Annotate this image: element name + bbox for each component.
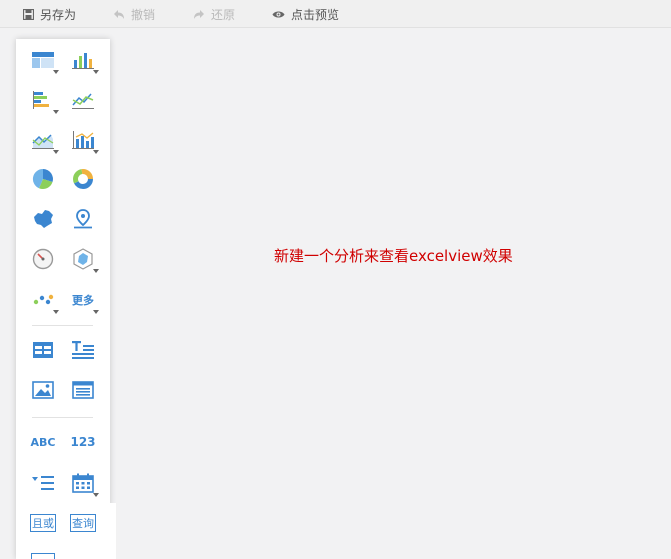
query-button-item[interactable]: 查询 xyxy=(69,510,97,536)
undo-icon xyxy=(114,9,124,19)
chevron-down-icon xyxy=(53,70,59,74)
save-as-label: 另存为 xyxy=(40,7,77,22)
redo-label: 还原 xyxy=(211,7,236,22)
radar-chart-item[interactable] xyxy=(69,246,99,273)
eye-icon xyxy=(272,11,285,17)
redo-button[interactable]: 还原 xyxy=(193,6,235,22)
line-chart-icon xyxy=(72,93,94,109)
chevron-down-icon xyxy=(53,110,59,114)
column-chart-icon xyxy=(72,53,94,69)
image-icon xyxy=(32,381,54,399)
image-item[interactable] xyxy=(29,377,57,403)
scatter-icon xyxy=(33,294,54,305)
chevron-down-icon xyxy=(53,310,59,314)
china-map-item[interactable] xyxy=(29,206,57,232)
donut-chart-icon xyxy=(73,169,93,189)
save-as-button[interactable]: 另存为 xyxy=(23,6,76,22)
palette-scroll-track[interactable] xyxy=(110,503,116,559)
chevron-down-icon xyxy=(53,150,59,154)
undo-label: 撤销 xyxy=(131,7,156,22)
toolbar: 另存为 撤销 还原 点击预览 xyxy=(0,0,671,28)
text-block-item[interactable] xyxy=(69,337,97,363)
chevron-down-icon xyxy=(93,70,99,74)
line-chart-item[interactable] xyxy=(69,87,97,113)
more-charts-item[interactable]: 更多 xyxy=(69,287,99,314)
donut-chart-item[interactable] xyxy=(69,166,97,192)
reset-button-item[interactable] xyxy=(29,548,57,559)
china-map-icon xyxy=(34,210,53,228)
combo-chart-icon xyxy=(72,131,94,149)
and-or-label: 且或 xyxy=(32,517,54,530)
scatter-chart-item[interactable] xyxy=(29,287,59,314)
abc-label: ABC xyxy=(30,435,56,449)
grid-table-item[interactable] xyxy=(29,337,57,363)
date-picker-item[interactable] xyxy=(69,470,99,497)
chevron-down-icon xyxy=(93,493,99,497)
combo-chart-item[interactable] xyxy=(69,127,99,154)
web-page-icon xyxy=(72,381,94,399)
pie-chart-item[interactable] xyxy=(29,166,57,192)
gauge-chart-item[interactable] xyxy=(29,246,57,272)
number-input-item[interactable]: 123 xyxy=(69,429,97,455)
reset-box xyxy=(31,552,55,559)
text-input-item[interactable]: ABC xyxy=(29,429,57,455)
dropdown-list-item[interactable] xyxy=(29,470,57,496)
bar-chart-icon xyxy=(33,91,49,109)
pie-chart-icon xyxy=(32,168,53,190)
palette-divider xyxy=(32,325,93,326)
empty-canvas-message: 新建一个分析来查看excelview效果 xyxy=(274,247,513,265)
query-label: 查询 xyxy=(72,517,94,530)
query-box: 查询 xyxy=(70,514,96,532)
grid-table-icon xyxy=(33,342,53,358)
more-label: 更多 xyxy=(72,294,94,307)
table-chart-icon xyxy=(32,52,54,68)
chevron-down-icon xyxy=(93,269,99,273)
chevron-down-icon xyxy=(93,310,99,314)
preview-button[interactable]: 点击预览 xyxy=(272,6,339,22)
radar-icon xyxy=(73,248,93,270)
save-icon xyxy=(23,8,34,20)
redo-icon xyxy=(194,9,204,19)
location-pin-icon xyxy=(74,209,92,229)
location-map-item[interactable] xyxy=(69,206,97,232)
web-page-item[interactable] xyxy=(69,377,97,403)
column-chart-item[interactable] xyxy=(69,47,99,74)
text-block-icon xyxy=(72,341,94,359)
palette-divider xyxy=(32,417,93,418)
bar-chart-item[interactable] xyxy=(29,87,59,114)
preview-label: 点击预览 xyxy=(291,7,340,22)
chevron-down-icon xyxy=(93,150,99,154)
and-or-box: 且或 xyxy=(30,514,56,532)
table-chart-item[interactable] xyxy=(29,47,59,74)
dropdown-list-icon xyxy=(32,476,54,490)
area-chart-item[interactable] xyxy=(29,127,59,154)
area-chart-icon xyxy=(32,134,54,149)
undo-button[interactable]: 撤销 xyxy=(113,6,155,22)
num-label: 123 xyxy=(70,435,96,449)
calendar-icon xyxy=(72,473,94,493)
gauge-icon xyxy=(32,248,54,270)
and-or-item[interactable]: 且或 xyxy=(29,510,57,536)
component-palette: 更多 ABC 123 且或 查询 xyxy=(16,39,110,559)
